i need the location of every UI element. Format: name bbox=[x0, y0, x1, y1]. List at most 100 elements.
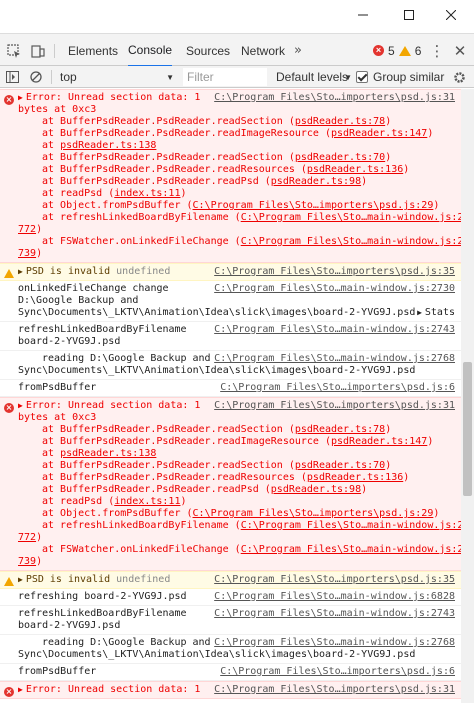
console-log-message[interactable]: reading D:\Google Backup and C:\Program F… bbox=[0, 635, 461, 664]
console-log-message[interactable]: onLinkedFileChange change C:\Program File… bbox=[0, 281, 461, 322]
console-messages[interactable]: × ▶ Error: Unread section data: 1 C:\Progr… bbox=[0, 89, 461, 703]
stack-link[interactable]: C:\Program Files\Sto…importers\psd.js:29 bbox=[193, 508, 434, 519]
expand-triangle-icon[interactable]: ▶ bbox=[18, 267, 23, 276]
stack-link[interactable]: C:\Program Files\Sto…main-window.js:2 bbox=[241, 520, 461, 531]
expand-triangle-icon[interactable]: ▶ bbox=[417, 308, 422, 317]
stack-frame: at psdReader.ts:138 bbox=[42, 448, 157, 459]
source-link[interactable]: C:\Program Files\Sto…importers\psd.js:35 bbox=[214, 266, 455, 278]
log-text: refreshLinkedBoardByFilename bbox=[18, 608, 187, 619]
console-scrollbar-thumb[interactable] bbox=[463, 362, 472, 496]
expand-triangle-icon[interactable]: ▶ bbox=[18, 685, 23, 694]
stack-link[interactable]: psdReader.ts:78 bbox=[295, 116, 385, 127]
clear-console-button[interactable] bbox=[30, 66, 42, 88]
stack-link[interactable]: psdReader.ts:136 bbox=[307, 472, 403, 483]
console-log-message[interactable]: fromPsdBuffer C:\Program Files\Sto…import… bbox=[0, 664, 461, 681]
console-error-message[interactable]: × ▶ Error: Unread section data: 1 C:\Progr… bbox=[0, 89, 461, 263]
maximize-icon bbox=[404, 10, 414, 20]
console-error-message[interactable]: × ▶ Error: Unread section data: 1 C:\Progr… bbox=[0, 681, 461, 699]
stack-link[interactable]: psdReader.ts:70 bbox=[295, 152, 385, 163]
filter-input[interactable] bbox=[183, 68, 267, 86]
warning-icon bbox=[4, 269, 14, 278]
stack-link[interactable]: psdReader.ts:98 bbox=[271, 484, 361, 495]
stack-link[interactable]: psdReader.ts:70 bbox=[295, 460, 385, 471]
source-link[interactable]: C:\Program Files\Sto…main-window.js:6828 bbox=[214, 591, 455, 603]
stack-frame: at BufferPsdReader.PsdReader.readImageRe… bbox=[42, 128, 434, 139]
log-text: fromPsdBuffer bbox=[18, 666, 97, 677]
context-selector[interactable]: top ▼ bbox=[60, 66, 178, 88]
expand-triangle-icon[interactable]: ▶ bbox=[18, 401, 23, 410]
console-log-message[interactable]: reading D:\Google Backup and C:\Program F… bbox=[0, 351, 461, 380]
tab-console[interactable]: Console bbox=[128, 34, 173, 67]
stack-frame-wrap: 739) bbox=[18, 248, 43, 259]
expand-triangle-icon[interactable]: ▶ bbox=[18, 575, 23, 584]
close-window-button[interactable] bbox=[428, 0, 474, 30]
source-link[interactable]: C:\Program Files\Sto…importers\psd.js:6 bbox=[220, 382, 455, 394]
more-tabs-button[interactable]: » bbox=[294, 34, 302, 67]
source-link[interactable]: C:\Program Files\Sto…main-window.js:2743 bbox=[214, 608, 455, 620]
stack-frame: at BufferPsdReader.PsdReader.readSection… bbox=[42, 152, 392, 163]
inspect-element-button[interactable] bbox=[4, 34, 24, 67]
warning-icon bbox=[4, 577, 14, 586]
customize-menu-button[interactable]: ⋮ bbox=[430, 34, 445, 67]
error-text: bytes at 0xc3 bbox=[18, 104, 97, 115]
source-link[interactable]: C:\Program Files\Sto…importers\psd.js:35 bbox=[214, 574, 455, 586]
device-toolbar-button[interactable] bbox=[28, 34, 48, 67]
source-link[interactable]: C:\Program Files\Sto…main-window.js:2743 bbox=[214, 324, 455, 336]
stack-link[interactable]: psdReader.ts:78 bbox=[295, 424, 385, 435]
stack-link[interactable]: psdReader.ts:147 bbox=[331, 436, 427, 447]
stack-link[interactable]: C:\Program Files\Sto…importers\psd.js:29 bbox=[193, 200, 434, 211]
source-link[interactable]: C:\Program Files\Sto…main-window.js:2730 bbox=[214, 283, 455, 295]
stack-link[interactable]: psdReader.ts:138 bbox=[60, 140, 156, 151]
log-text: reading D:\Google Backup and bbox=[42, 353, 211, 364]
stack-frame: at BufferPsdReader.PsdReader.readResourc… bbox=[42, 164, 410, 175]
source-link[interactable]: C:\Program Files\Sto…importers\psd.js:31 bbox=[214, 92, 455, 104]
maximize-button[interactable] bbox=[386, 0, 432, 30]
expand-triangle-icon[interactable]: ▶ bbox=[18, 93, 23, 102]
stack-link[interactable]: C:\Program Files\Sto…main-window.js:2 bbox=[241, 236, 461, 247]
stack-frame: at BufferPsdReader.PsdReader.readPsd (ps… bbox=[42, 176, 368, 187]
stack-link[interactable]: psdReader.ts:138 bbox=[60, 448, 156, 459]
console-log-message[interactable]: refreshLinkedBoardByFilename C:\Program F… bbox=[0, 322, 461, 351]
stack-link[interactable]: index.ts:11 bbox=[114, 188, 180, 199]
console-log-message[interactable]: fromPsdBuffer C:\Program Files\Sto…import… bbox=[0, 380, 461, 397]
log-text: board-2-YVG9J.psd bbox=[18, 620, 121, 631]
source-link[interactable]: C:\Program Files\Sto…main-window.js:2768 bbox=[214, 353, 455, 365]
group-similar-checkbox[interactable] bbox=[356, 71, 368, 83]
console-warning-message[interactable]: ▶ PSD is invalid undefined C:\Program File… bbox=[0, 263, 461, 281]
minimize-button[interactable] bbox=[340, 0, 386, 30]
stack-link[interactable]: psdReader.ts:147 bbox=[331, 128, 427, 139]
warning-icon bbox=[398, 45, 411, 56]
stack-link[interactable]: psdReader.ts:136 bbox=[307, 164, 403, 175]
log-text: Sync\Documents\_LKTV\Animation\Idea\slic… bbox=[18, 365, 416, 376]
tab-elements[interactable]: Elements bbox=[68, 34, 118, 67]
log-text: fromPsdBuffer bbox=[18, 382, 97, 393]
console-error-message[interactable]: × ▶ Error: Unread section data: 1 C:\Progr… bbox=[0, 397, 461, 571]
stack-frame: at BufferPsdReader.PsdReader.readPsd (ps… bbox=[42, 484, 368, 495]
stack-link[interactable]: psdReader.ts:98 bbox=[271, 176, 361, 187]
log-levels-selector[interactable]: Default levels ▼ bbox=[276, 66, 352, 88]
console-settings-button[interactable] bbox=[453, 66, 466, 88]
tab-sources[interactable]: Sources bbox=[186, 34, 230, 67]
stack-link[interactable]: index.ts:11 bbox=[114, 496, 180, 507]
console-warning-message[interactable]: ▶ PSD is invalid undefined C:\Program File… bbox=[0, 571, 461, 589]
stack-link[interactable]: C:\Program Files\Sto…main-window.js:2 bbox=[241, 212, 461, 223]
console-toolbar: top ▼ Default levels ▼ Group similar bbox=[0, 66, 474, 88]
stack-frame: at BufferPsdReader.PsdReader.readResourc… bbox=[42, 472, 410, 483]
console-log-message[interactable]: refreshLinkedBoardByFilename C:\Program F… bbox=[0, 606, 461, 635]
log-text: refreshing board-2-YVG9J.psd bbox=[18, 591, 187, 602]
log-text: Sync\Documents\_LKTV\Animation\Idea\slic… bbox=[18, 307, 416, 318]
stats-object[interactable]: ▶ Stats bbox=[417, 307, 455, 319]
issue-counts[interactable]: × 5 6 bbox=[373, 34, 421, 67]
sidebar-toggle-button[interactable] bbox=[6, 66, 19, 88]
source-link[interactable]: C:\Program Files\Sto…importers\psd.js:6 bbox=[220, 666, 455, 678]
tab-network[interactable]: Network bbox=[241, 34, 285, 67]
source-link[interactable]: C:\Program Files\Sto…importers\psd.js:31 bbox=[214, 400, 455, 412]
group-similar-toggle[interactable]: Group similar bbox=[356, 66, 444, 88]
error-text: Error: Unread section data: 1 bbox=[25, 684, 201, 695]
error-text: Error: Unread section data: 1 bbox=[25, 400, 201, 411]
source-link[interactable]: C:\Program Files\Sto…importers\psd.js:31 bbox=[214, 684, 455, 696]
stack-link[interactable]: C:\Program Files\Sto…main-window.js:2 bbox=[241, 544, 461, 555]
close-devtools-button[interactable]: ✕ bbox=[450, 34, 470, 67]
console-log-message[interactable]: refreshing board-2-YVG9J.psd C:\Program F… bbox=[0, 589, 461, 606]
source-link[interactable]: C:\Program Files\Sto…main-window.js:2768 bbox=[214, 637, 455, 649]
